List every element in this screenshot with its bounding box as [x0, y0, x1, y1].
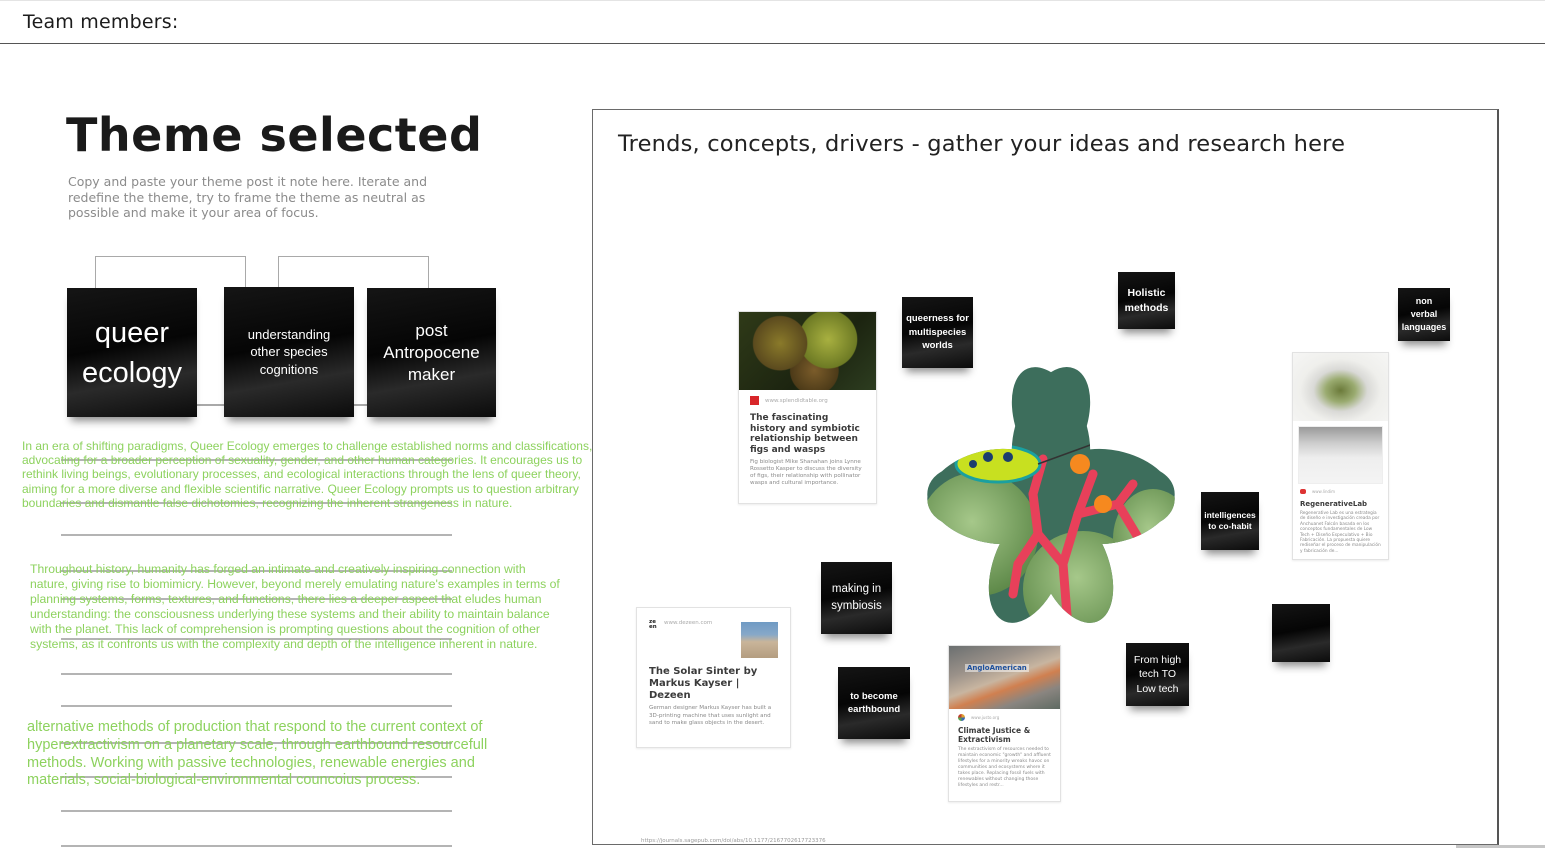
- regenerativelab-image-bottom: [1298, 426, 1383, 484]
- sticky-text: to become earthbound: [847, 691, 901, 715]
- card-source: ze en www.dezeen.com: [649, 619, 713, 658]
- splendidtable-favicon-icon: [750, 396, 759, 405]
- card-title: The fascinating history and symbiotic re…: [750, 413, 860, 455]
- footer-url-link[interactable]: https://journals.sagepub.com/doi/abs/10.…: [641, 838, 826, 844]
- sticky-text: queer ecology: [82, 316, 182, 389]
- card-description: Regenerative Lab es una estrategia de di…: [1300, 511, 1381, 554]
- card-source-text: www.dezeen.com: [664, 620, 713, 626]
- card-source: www.justo.org: [958, 714, 1051, 721]
- card-source-text: www.lindim: [1312, 489, 1336, 494]
- sticky-note-post-antropocene[interactable]: post Antropocene maker: [367, 288, 496, 417]
- sticky-text: queerness for multispecies worlds: [906, 313, 969, 352]
- sticky-text: making in symbiosis: [831, 583, 882, 612]
- theme-instructions: Copy and paste your theme post it note h…: [68, 174, 428, 220]
- writing-line: [61, 534, 452, 536]
- card-title: RegenerativeLab: [1300, 500, 1368, 508]
- angloamerican-banner: AngloAmerican: [965, 664, 1029, 672]
- writing-line: [61, 845, 452, 847]
- link-card-climate-justice[interactable]: AngloAmerican www.justo.org Climate Just…: [948, 645, 1061, 802]
- theme-paragraph-3[interactable]: alternative methods of production that r…: [27, 719, 507, 790]
- regenerativelab-favicon-icon: [1300, 489, 1306, 494]
- figs-image: [739, 312, 876, 390]
- card-source-text: www.justo.org: [971, 715, 1000, 720]
- sticky-note-queerness[interactable]: queerness for multispecies worlds: [902, 297, 973, 368]
- sticky-note-other-species[interactable]: understanding other species cognitions: [224, 287, 354, 417]
- card-description: German designer Markus Kayser has built …: [649, 705, 772, 726]
- sticky-note-symbiosis[interactable]: making in symbiosis: [821, 562, 892, 634]
- sticky-text: non verbal languages: [1401, 296, 1447, 332]
- dezeen-favicon-icon: ze en: [649, 619, 657, 630]
- writing-line: [61, 705, 452, 707]
- theme-paragraph-2[interactable]: Throughout history, humanity has forged …: [30, 562, 560, 651]
- writing-line: [61, 673, 452, 675]
- card-title: Climate Justice & Extractivism: [958, 726, 1031, 744]
- sticky-note-nonverbal[interactable]: non verbal languages: [1398, 288, 1450, 341]
- solar-sinter-thumbnail: [741, 622, 778, 658]
- link-card-dezeen[interactable]: ze en www.dezeen.com The Solar Sinter by…: [636, 607, 791, 748]
- regenerativelab-image-top: [1293, 353, 1388, 421]
- flower-center: [1094, 495, 1112, 513]
- board-title: Trends, concepts, drivers - gather your …: [618, 131, 1346, 157]
- sticky-note-lowtech[interactable]: From high tech TO Low tech: [1126, 643, 1189, 706]
- climate-justice-image: AngloAmerican: [949, 646, 1060, 709]
- sticky-text: Holistic methods: [1124, 287, 1169, 314]
- team-members-bar[interactable]: Team members:: [0, 0, 1545, 44]
- team-members-label: Team members:: [23, 11, 179, 33]
- link-card-figs-wasps[interactable]: www.splendidtable.org The fascinating hi…: [738, 311, 877, 504]
- sticky-note-holistic[interactable]: Holistic methods: [1118, 272, 1175, 329]
- card-source: www.lindim: [1300, 489, 1381, 494]
- card-description: Fig biologist Mike Shanahan joins Lynne …: [750, 459, 862, 487]
- card-source-text: www.splendidtable.org: [765, 397, 828, 404]
- card-description: The extractivism of resources needed to …: [958, 747, 1051, 788]
- connector-line: [196, 404, 226, 406]
- card-source: www.splendidtable.org: [750, 396, 865, 405]
- sticky-text: From high tech TO Low tech: [1133, 653, 1182, 695]
- sticky-note-blank[interactable]: [1272, 604, 1330, 662]
- writing-line: [61, 810, 452, 812]
- justo-favicon-icon: [958, 714, 965, 721]
- theme-title: Theme selected: [66, 108, 483, 162]
- sticky-text: intelligences to co-habit: [1204, 509, 1256, 532]
- sticky-note-earthbound[interactable]: to become earthbound: [838, 667, 910, 739]
- theme-paragraph-1[interactable]: In an era of shifting paradigms, Queer E…: [22, 439, 594, 510]
- card-title: The Solar Sinter by Markus Kayser | Deze…: [649, 666, 758, 701]
- sticky-note-intelligences[interactable]: intelligences to co-habit: [1201, 492, 1259, 550]
- sticky-text: understanding other species cognitions: [247, 326, 331, 377]
- link-card-regenerativelab[interactable]: www.lindim RegenerativeLab Regenerative …: [1292, 352, 1389, 560]
- sticky-note-queer-ecology[interactable]: queer ecology: [67, 288, 197, 417]
- flower-center: [1070, 454, 1090, 474]
- sticky-text: post Antropocene maker: [383, 320, 480, 384]
- flower-image[interactable]: [918, 364, 1184, 628]
